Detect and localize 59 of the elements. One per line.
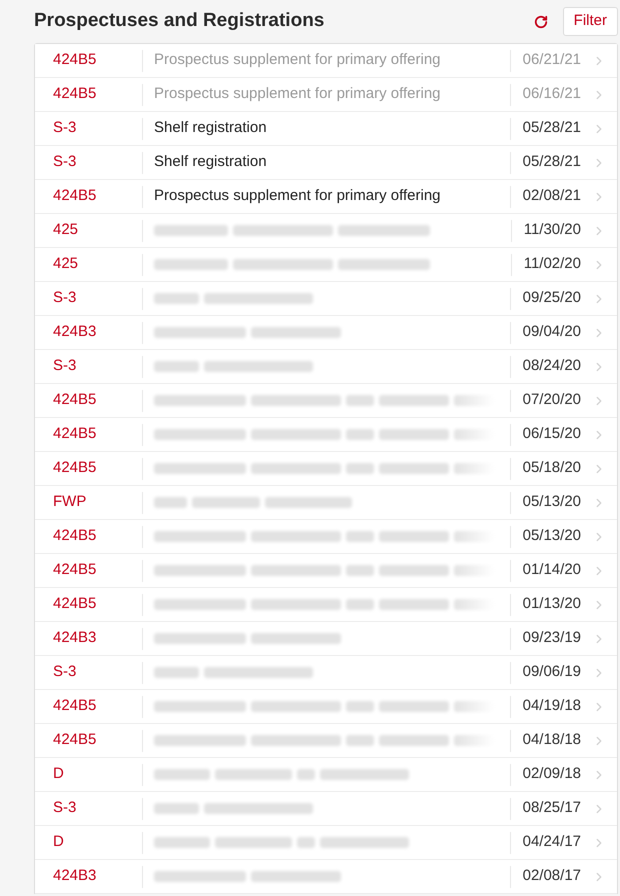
date-text: 05/28/21 [522, 152, 581, 172]
date-text: 09/04/20 [522, 322, 581, 342]
form-type-text: 424B5 [53, 560, 96, 580]
date-text: 06/21/21 [522, 50, 581, 70]
form-type-text: 424B5 [53, 696, 96, 716]
form-type-text: 424B5 [53, 84, 96, 104]
form-type-text: 424B3 [53, 628, 96, 648]
date-text: 02/08/17 [522, 866, 581, 886]
form-type-text: 424B5 [53, 730, 96, 750]
form-type-text: D [53, 764, 64, 784]
date-text: 01/14/20 [522, 560, 581, 580]
form-type-text: S-3 [53, 288, 76, 308]
date-text: 01/13/20 [522, 594, 581, 614]
date-text: 04/24/17 [522, 832, 581, 852]
form-type-text: 425 [53, 254, 78, 274]
date-text: 11/02/20 [524, 254, 581, 274]
form-type-text: 424B3 [53, 866, 96, 886]
date-text: 09/23/19 [522, 628, 581, 648]
date-text: 06/16/21 [522, 84, 581, 104]
form-type-text: 424B5 [53, 458, 96, 478]
form-type-text: 424B5 [53, 390, 96, 410]
date-text: 11/30/20 [524, 220, 581, 240]
form-type-text: D [53, 832, 64, 852]
date-text: 02/08/21 [522, 186, 581, 206]
form-type-text: 424B5 [53, 594, 96, 614]
date-text: 05/18/20 [522, 458, 581, 478]
date-text: 04/18/18 [522, 730, 581, 750]
filter-button[interactable]: Filter [562, 7, 618, 36]
filing-row[interactable]: 424B5 Prospectus supplement for primary offering 06/21/21 [35, 44, 617, 78]
form-type-text: S-3 [53, 152, 76, 172]
form-type-text: S-3 [53, 118, 76, 138]
date-text: 02/09/18 [522, 764, 581, 784]
date-text: 08/25/17 [522, 798, 581, 818]
date-text: 05/13/20 [522, 526, 581, 546]
description-text: Prospectus supplement for primary offering [154, 84, 441, 104]
description-text: Shelf registration [154, 152, 267, 172]
form-type-text: S-3 [53, 662, 76, 682]
form-type-text: S-3 [53, 356, 76, 376]
form-type-text: 424B5 [53, 424, 96, 444]
form-type-text: 425 [53, 220, 78, 240]
form-type-text: 424B5 [53, 50, 96, 70]
date-text: 09/25/20 [522, 288, 581, 308]
form-type-text: S-3 [53, 798, 76, 818]
form-type-text: FWP [53, 492, 86, 512]
description-text: Prospectus supplement for primary offering [154, 186, 441, 206]
date-text: 07/20/20 [522, 390, 581, 410]
date-text: 08/24/20 [522, 356, 581, 376]
date-text: 05/28/21 [522, 118, 581, 138]
description-text: Shelf registration [154, 118, 267, 138]
form-type-text: 424B5 [53, 526, 96, 546]
form-type-text: 424B3 [53, 322, 96, 342]
description-text: Prospectus supplement for primary offering [154, 50, 441, 70]
date-text: 09/06/19 [522, 662, 581, 682]
refresh-icon[interactable] [534, 14, 548, 28]
section-title: Prospectuses and Registrations [34, 9, 324, 34]
date-text: 06/15/20 [522, 424, 581, 444]
form-type-text: 424B5 [53, 186, 96, 206]
date-text: 05/13/20 [522, 492, 581, 512]
date-text: 04/19/18 [522, 696, 581, 716]
